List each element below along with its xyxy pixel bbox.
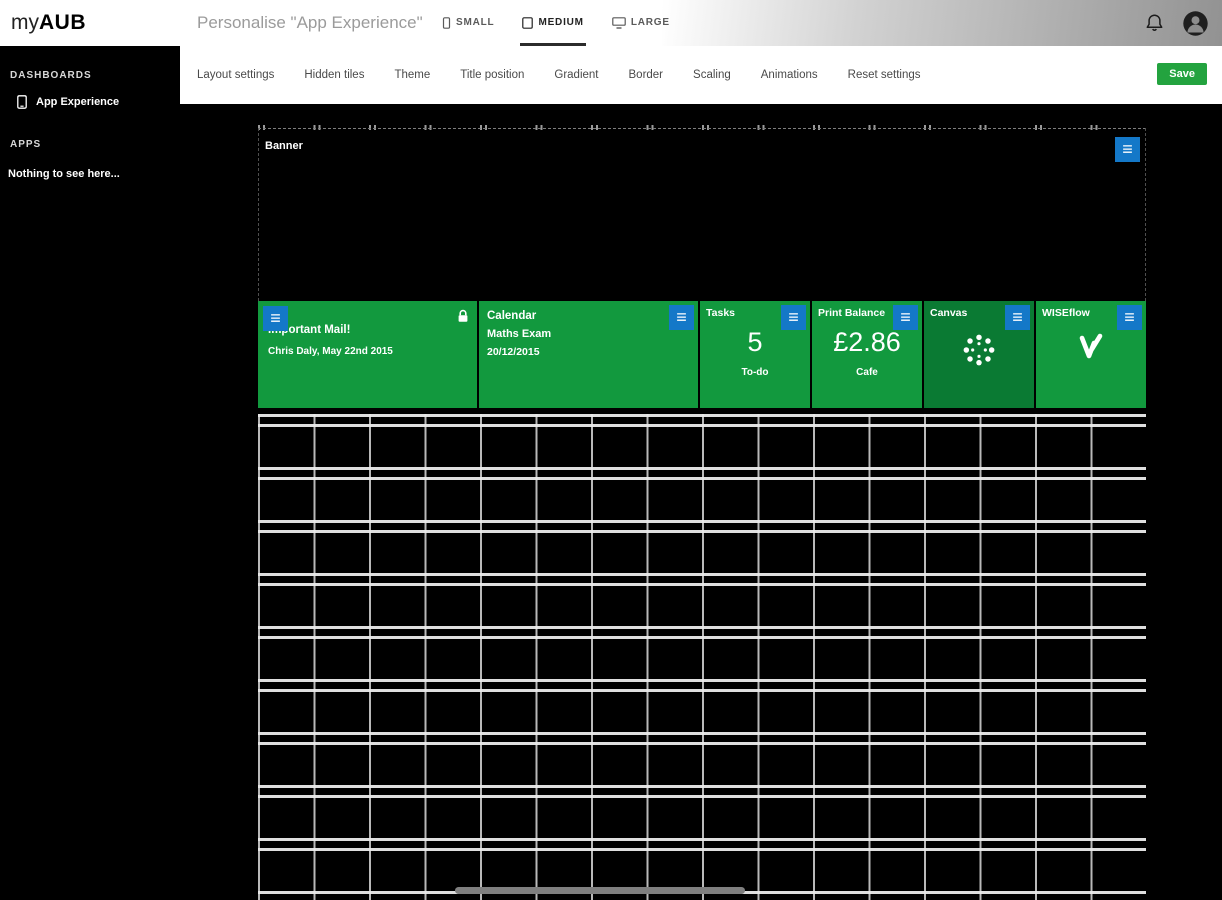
menu-icon: ≡ (1012, 307, 1023, 327)
dashboard-editor: Banner ≡ ≡ Important Mail! Chris Daly, M… (180, 104, 1222, 900)
wiseflow-logo-icon (1079, 333, 1103, 359)
save-button[interactable]: Save (1157, 63, 1207, 85)
tile-event: Maths Exam (487, 328, 552, 340)
tile-title: Print Balance (818, 307, 886, 319)
tile-menu-button[interactable]: ≡ (1005, 305, 1030, 330)
tiles-row: ≡ Important Mail! Chris Daly, May 22nd 2… (258, 301, 1146, 408)
canvas-logo-icon (963, 334, 995, 366)
size-option-label: LARGE (630, 17, 670, 28)
tile-value: 5 (747, 327, 763, 357)
header-gradient (662, 0, 1222, 46)
menu-icon: ≡ (1122, 139, 1133, 159)
tile-wiseflow[interactable]: WISEflow ≡ (1036, 301, 1146, 408)
sidebar-item-app-experience[interactable]: App Experience (0, 93, 180, 113)
sidebar-heading-dashboards: DASHBOARDS (10, 70, 92, 81)
tile-title: Calendar (487, 310, 537, 322)
tile-calendar[interactable]: Calendar Maths Exam 20/12/2015 ≡ (479, 301, 698, 408)
banner-label: Banner (265, 140, 303, 152)
tile-tasks[interactable]: Tasks ≡ 5 To-do (700, 301, 810, 408)
sidebar-item-label: App Experience (36, 96, 120, 108)
toolbar-item-scaling[interactable]: Scaling (693, 69, 731, 81)
tile-menu-button[interactable]: ≡ (781, 305, 806, 330)
phone-size-icon (442, 16, 451, 29)
size-option-medium[interactable]: MEDIUM (520, 0, 586, 46)
tile-logo-wrap (1036, 331, 1146, 361)
tile-caption: To-do (741, 367, 769, 378)
tablet-size-icon (522, 16, 534, 29)
sidebar-apps-empty-text: Nothing to see here... (8, 168, 120, 180)
tile-menu-button[interactable]: ≡ (1117, 305, 1142, 330)
banner-zone[interactable]: Banner ≡ (258, 128, 1146, 301)
size-option-small[interactable]: SMALL (440, 0, 496, 46)
tile-title: WISEflow (1042, 307, 1090, 319)
size-option-large[interactable]: LARGE (610, 0, 672, 46)
bell-icon (1146, 14, 1163, 31)
sidebar: DASHBOARDS App Experience APPS Nothing t… (0, 46, 180, 900)
tile-print-balance[interactable]: Print Balance ≡ £2.86 Cafe (812, 301, 922, 408)
tile-value: £2.86 (833, 327, 901, 357)
settings-toolbar: Layout settings Hidden tiles Theme Title… (180, 46, 1222, 104)
menu-icon: ≡ (788, 307, 799, 327)
toolbar-item-gradient[interactable]: Gradient (554, 69, 598, 81)
tile-important-mail[interactable]: ≡ Important Mail! Chris Daly, May 22nd 2… (258, 301, 477, 408)
tile-menu-button[interactable]: ≡ (669, 305, 694, 330)
tile-caption: Cafe (856, 367, 878, 378)
tile-title: Canvas (930, 307, 968, 319)
toolbar-item-reset-settings[interactable]: Reset settings (848, 69, 921, 81)
size-option-label: SMALL (456, 17, 495, 28)
top-bar: Personalise "App Experience" SMALL MEDIU… (0, 0, 1222, 46)
phone-icon (17, 95, 27, 109)
menu-icon: ≡ (1124, 307, 1135, 327)
logo-prefix: my (11, 11, 39, 34)
tile-menu-button[interactable]: ≡ (263, 306, 288, 331)
board: Banner ≡ ≡ Important Mail! Chris Daly, M… (258, 125, 1146, 900)
toolbar-item-title-position[interactable]: Title position (460, 69, 524, 81)
monitor-size-icon (612, 16, 626, 29)
account-icon (1183, 11, 1208, 36)
tile-canvas[interactable]: Canvas ≡ (924, 301, 1034, 408)
size-switcher: SMALL MEDIUM LARGE (440, 0, 672, 46)
app-logo[interactable]: my AUB (0, 0, 180, 46)
tile-subtitle: Chris Daly, May 22nd 2015 (268, 346, 393, 357)
banner-menu-button[interactable]: ≡ (1115, 137, 1140, 162)
tile-logo-wrap (924, 331, 1034, 369)
page-title: Personalise "App Experience" (197, 13, 423, 32)
tile-title: Tasks (706, 307, 735, 319)
toolbar-item-layout-settings[interactable]: Layout settings (197, 69, 274, 81)
horizontal-scrollbar[interactable] (455, 887, 745, 894)
tile-date: 20/12/2015 (487, 346, 540, 358)
tile-menu-button[interactable]: ≡ (893, 305, 918, 330)
menu-icon: ≡ (900, 307, 911, 327)
toolbar-item-animations[interactable]: Animations (761, 69, 818, 81)
toolbar-item-theme[interactable]: Theme (394, 69, 430, 81)
toolbar-item-border[interactable]: Border (629, 69, 664, 81)
toolbar-item-hidden-tiles[interactable]: Hidden tiles (304, 69, 364, 81)
account-button[interactable] (1182, 10, 1209, 42)
menu-icon: ≡ (270, 308, 281, 328)
logo-name: AUB (39, 11, 86, 34)
tile-text-block: Calendar Maths Exam 20/12/2015 (487, 307, 551, 361)
notifications-button[interactable] (1145, 13, 1164, 39)
size-option-label: MEDIUM (538, 17, 584, 28)
layout-grid[interactable] (258, 414, 1146, 900)
sidebar-heading-apps: APPS (10, 139, 42, 150)
menu-icon: ≡ (676, 307, 687, 327)
lock-icon (458, 309, 468, 322)
